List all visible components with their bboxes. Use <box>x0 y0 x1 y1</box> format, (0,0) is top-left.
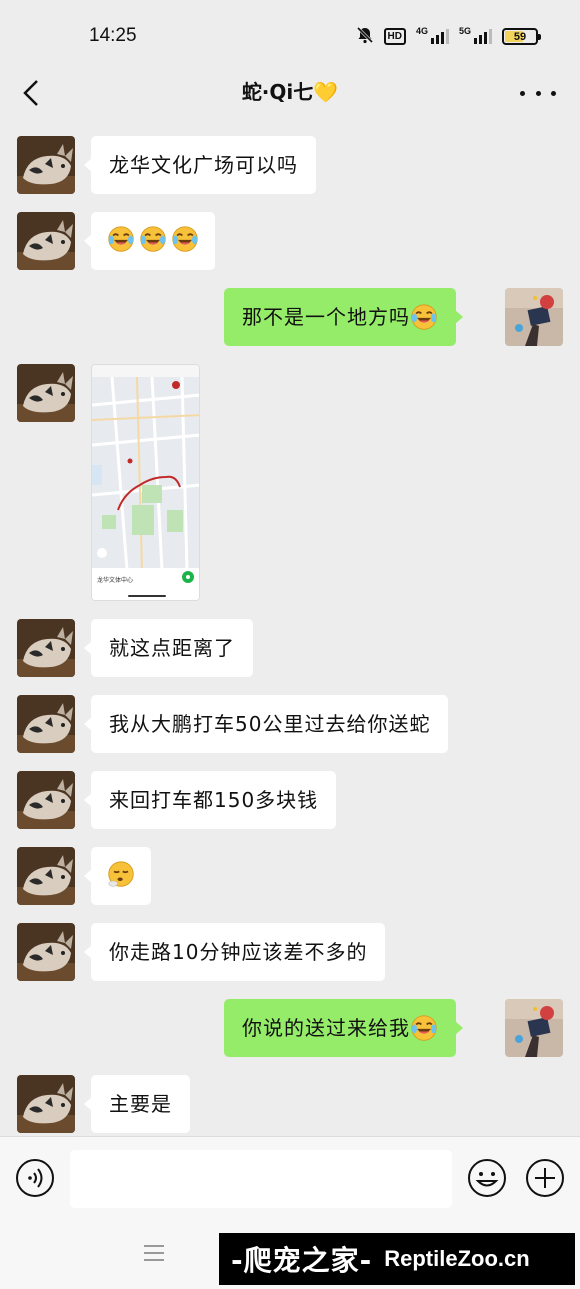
signal-5g-icon: 5G <box>459 26 492 44</box>
more-options-button[interactable] <box>520 84 556 102</box>
message-list[interactable]: 龙华文化广场可以吗 那不是一个地方吗 龙华文体中心 就这点距离了 我从大鹏打车5… <box>0 120 580 1136</box>
message-bubble[interactable]: 龙华文化广场可以吗 <box>84 136 316 194</box>
laugh-cry-emoji-icon <box>410 303 438 331</box>
bottom-bar: -爬宠之家- ReptileZoo.cn <box>0 1222 580 1289</box>
message-bubble[interactable]: 那不是一个地方吗 <box>224 288 463 346</box>
my-avatar[interactable] <box>505 288 563 346</box>
laugh-cry-emoji-icon <box>139 225 167 253</box>
message-bubble[interactable]: 就这点距离了 <box>84 619 253 677</box>
message-bubble[interactable]: 我从大鹏打车50公里过去给你送蛇 <box>83 695 449 753</box>
contact-avatar[interactable] <box>17 212 75 270</box>
voice-input-button[interactable] <box>15 1158 55 1198</box>
my-avatar[interactable] <box>505 999 563 1057</box>
message-input[interactable] <box>70 1150 452 1208</box>
map-screenshot <box>92 365 199 571</box>
message-bubble[interactable]: 主要是 <box>84 1075 190 1133</box>
contact-avatar[interactable] <box>17 923 75 981</box>
voice-icon <box>16 1159 54 1197</box>
watermark-cn: -爬宠之家- <box>231 1244 373 1277</box>
green-navigation-icon <box>182 571 194 583</box>
sigh-emoji-icon <box>107 860 135 888</box>
chat-title[interactable]: 蛇·Qi七💛 <box>0 76 580 108</box>
contact-avatar[interactable] <box>17 364 75 422</box>
chat-title-text: 蛇·Qi七 <box>241 80 314 104</box>
message-text: 你说的送过来给我 <box>242 1016 410 1040</box>
battery-level: 59 <box>513 31 527 43</box>
status-bar: 14:25 HD 4G 5G 59 <box>0 0 580 66</box>
laugh-cry-emoji-icon <box>410 1014 438 1042</box>
contact-avatar[interactable] <box>17 771 75 829</box>
map-place-label: 龙华文体中心 <box>97 577 134 584</box>
contact-avatar[interactable] <box>17 847 75 905</box>
contact-avatar[interactable] <box>17 136 75 194</box>
more-functions-button[interactable] <box>525 1158 565 1198</box>
map-image-message[interactable]: 龙华文体中心 <box>91 364 200 601</box>
contact-avatar[interactable] <box>17 619 75 677</box>
status-icons: HD 4G 5G 59 <box>356 26 541 47</box>
message-bubble[interactable] <box>84 847 151 905</box>
status-time: 14:25 <box>89 25 137 46</box>
battery-icon: 59 <box>502 28 541 45</box>
contact-avatar[interactable] <box>17 695 75 753</box>
message-bubble[interactable]: 你走路10分钟应该差不多的 <box>83 923 386 981</box>
laugh-cry-emoji-icon <box>107 225 135 253</box>
chat-input-bar <box>0 1136 580 1222</box>
contact-avatar[interactable] <box>17 1075 75 1133</box>
message-text: 那不是一个地方吗 <box>242 305 410 329</box>
signal-4g-icon: 4G <box>416 26 449 44</box>
hd-badge: HD <box>383 28 406 45</box>
watermark-en: ReptileZoo.cn <box>384 1246 530 1271</box>
yellow-heart-icon: 💛 <box>313 80 339 104</box>
message-bubble[interactable]: 来回打车都150多块钱 <box>83 771 337 829</box>
message-bubble[interactable] <box>84 212 215 270</box>
map-footer: 龙华文体中心 <box>92 568 199 600</box>
smiley-icon <box>468 1159 506 1197</box>
chat-header: 蛇·Qi七💛 <box>0 66 580 120</box>
emoji-button[interactable] <box>467 1158 507 1198</box>
mute-bell-icon <box>356 26 374 47</box>
message-bubble[interactable]: 你说的送过来给我 <box>224 999 463 1057</box>
laugh-cry-emoji-icon <box>171 225 199 253</box>
watermark-logo: -爬宠之家- ReptileZoo.cn <box>219 1233 575 1285</box>
menu-lines-icon[interactable] <box>144 1245 164 1261</box>
plus-circle-icon <box>526 1159 564 1197</box>
